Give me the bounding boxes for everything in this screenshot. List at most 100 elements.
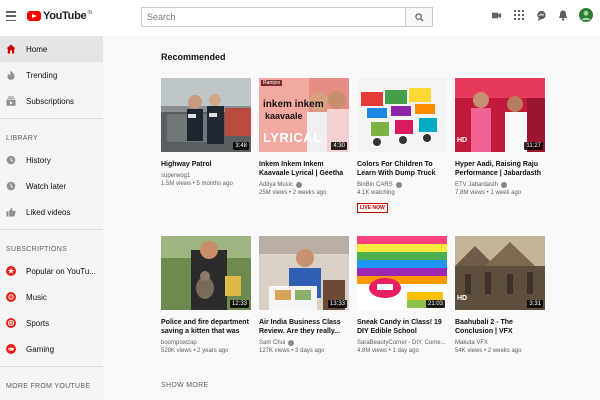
sidebar-item-gaming[interactable]: Gaming (0, 336, 103, 362)
video-title[interactable]: Colors For Children To Learn With Dump T… (357, 160, 447, 178)
sports-channel-icon (6, 318, 16, 328)
verified-icon (395, 182, 402, 188)
channel-name-text: Makuta VFX (455, 340, 489, 346)
logo-region: IN (87, 10, 93, 16)
sidebar-item-sports[interactable]: Sports (0, 310, 103, 336)
video-thumbnail[interactable]: 12:33 (161, 236, 251, 310)
sidebar-item-home[interactable]: Home (0, 36, 103, 62)
apps-icon[interactable] (514, 10, 524, 20)
thumbnail-image (357, 78, 447, 152)
channel-name-text: Aditya Music (259, 182, 294, 188)
video-card[interactable]: 13:33 Air India Business Class Review. A… (259, 236, 349, 354)
channel-name-text: ETV Jabardasth (455, 182, 499, 188)
video-title[interactable]: Air India Business Class Review. Are the… (259, 318, 349, 336)
video-title[interactable]: Baahubali 2 - The Conclusion | VFX Break… (455, 318, 545, 336)
sidebar-item-trending[interactable]: Trending (0, 62, 103, 88)
verified-icon (501, 182, 508, 188)
search-input[interactable] (141, 7, 405, 27)
sidebar-item-label: Watch later (26, 181, 67, 191)
subscriptions-icon (6, 96, 16, 106)
channel-name[interactable]: superwog1 (161, 173, 251, 179)
main-content: Recommended 3:48 Highway Patrol superwog… (103, 36, 600, 400)
video-card[interactable]: HD 11:27 Hyper Aadi, Raising Raju Perfor… (455, 78, 545, 196)
video-card[interactable]: 21:03 Sneak Candy in Class! 19 DIY Edibl… (357, 236, 447, 354)
flame-icon (7, 70, 15, 80)
verified-icon (288, 340, 295, 346)
channel-name[interactable]: BinBin CARS (357, 182, 447, 188)
video-thumbnail[interactable]: HD 11:27 (455, 78, 545, 152)
video-card[interactable]: Ramjoo inkem inkem kaavaale LYRICAL 4:30… (259, 78, 349, 196)
channel-name[interactable]: SaraBeautyCorner - DIY, Come... (357, 340, 447, 346)
video-thumbnail[interactable]: 13:33 (259, 236, 349, 310)
thumbnail-image (161, 78, 251, 152)
channel-name-text: Sam Chui (259, 340, 286, 346)
sidebar-item-label: Sports (26, 318, 50, 328)
search-bar (141, 7, 433, 27)
thumbnail-image (357, 236, 447, 310)
channel-name[interactable]: ETV Jabardasth (455, 182, 545, 188)
video-card[interactable]: Colors For Children To Learn With Dump T… (357, 78, 447, 214)
video-card[interactable]: 12:33 Police and fire department saving … (161, 236, 251, 354)
avatar[interactable] (579, 8, 593, 22)
video-meta: 529K views • 2 years ago (161, 348, 229, 354)
create-video-icon[interactable] (491, 10, 502, 21)
youtube-logo[interactable]: YouTube IN (27, 10, 92, 22)
sidebar-divider (0, 118, 103, 119)
video-card[interactable]: HD 3:31 Baahubali 2 - The Conclusion | V… (455, 236, 545, 354)
video-duration: 4:30 (331, 142, 347, 150)
video-title[interactable]: Inkem Inkem Inkem Kaavaale Lyrical | Gee… (259, 160, 349, 178)
channel-name[interactable]: Sam Chui (259, 340, 349, 346)
video-title[interactable]: Hyper Aadi, Raising Raju Performance | J… (455, 160, 545, 178)
verified-icon (296, 182, 303, 188)
video-card[interactable]: 3:48 Highway Patrol superwog1 1.5M views… (161, 78, 251, 187)
sidebar-item-label: Music (26, 292, 47, 302)
video-title[interactable]: Sneak Candy in Class! 19 DIY Edible Scho… (357, 318, 447, 336)
show-more-button[interactable]: SHOW MORE (161, 382, 208, 389)
messages-icon[interactable] (536, 10, 547, 21)
video-thumbnail[interactable]: 3:48 (161, 78, 251, 152)
logo-text: YouTube (43, 10, 87, 22)
sidebar-item-popular[interactable]: Popular on YouTu... (0, 258, 103, 284)
sidebar-item-history[interactable]: History (0, 147, 103, 173)
more-section-title: MORE FROM YOUTUBE (6, 383, 91, 390)
sidebar-item-liked-videos[interactable]: Liked videos (0, 199, 103, 225)
channel-name[interactable]: Makuta VFX (455, 340, 545, 346)
clock-icon (6, 181, 16, 191)
video-duration: 13:33 (327, 300, 347, 308)
video-thumbnail[interactable]: 21:03 (357, 236, 447, 310)
gaming-channel-icon (6, 344, 16, 354)
sidebar-item-music[interactable]: Music (0, 284, 103, 310)
video-thumbnail[interactable]: HD 3:31 (455, 236, 545, 310)
menu-icon[interactable] (6, 11, 16, 21)
youtube-play-icon (27, 11, 41, 21)
channel-name-text: boompowzap (161, 340, 197, 346)
channel-name-text: superwog1 (161, 173, 191, 179)
music-channel-icon (6, 292, 16, 302)
video-thumbnail[interactable]: Ramjoo inkem inkem kaavaale LYRICAL 4:30 (259, 78, 349, 152)
video-meta: 25M views • 2 weeks ago (259, 190, 327, 196)
thumbnail-caption: LYRICAL (263, 130, 322, 145)
search-button[interactable] (405, 7, 433, 27)
thumbnail-caption: inkem inkem (263, 99, 324, 110)
thumbnail-image (161, 236, 251, 310)
notifications-icon[interactable] (558, 10, 568, 21)
video-meta: 7.8M views • 1 week ago (455, 190, 522, 196)
video-thumbnail[interactable] (357, 78, 447, 152)
thumbnail-image (259, 236, 349, 310)
sidebar-item-watch-later[interactable]: Watch later (0, 173, 103, 199)
channel-name[interactable]: boompowzap (161, 340, 251, 346)
home-icon (6, 44, 16, 54)
sidebar-item-label: Gaming (26, 344, 55, 354)
channel-name[interactable]: Aditya Music (259, 182, 349, 188)
video-duration: 3:48 (233, 142, 249, 150)
history-icon (6, 155, 16, 165)
thumbnail-channel-tag: Ramjoo (261, 80, 283, 86)
library-section-title: LIBRARY (6, 135, 38, 142)
video-title[interactable]: Highway Patrol (161, 160, 251, 169)
thumbnail-image (455, 78, 545, 152)
video-title[interactable]: Police and fire department saving a kitt… (161, 318, 251, 336)
sidebar-divider (0, 229, 103, 230)
sidebar-item-subscriptions[interactable]: Subscriptions (0, 88, 103, 114)
video-duration: 11:27 (524, 142, 543, 150)
hd-badge: HD (457, 295, 468, 302)
